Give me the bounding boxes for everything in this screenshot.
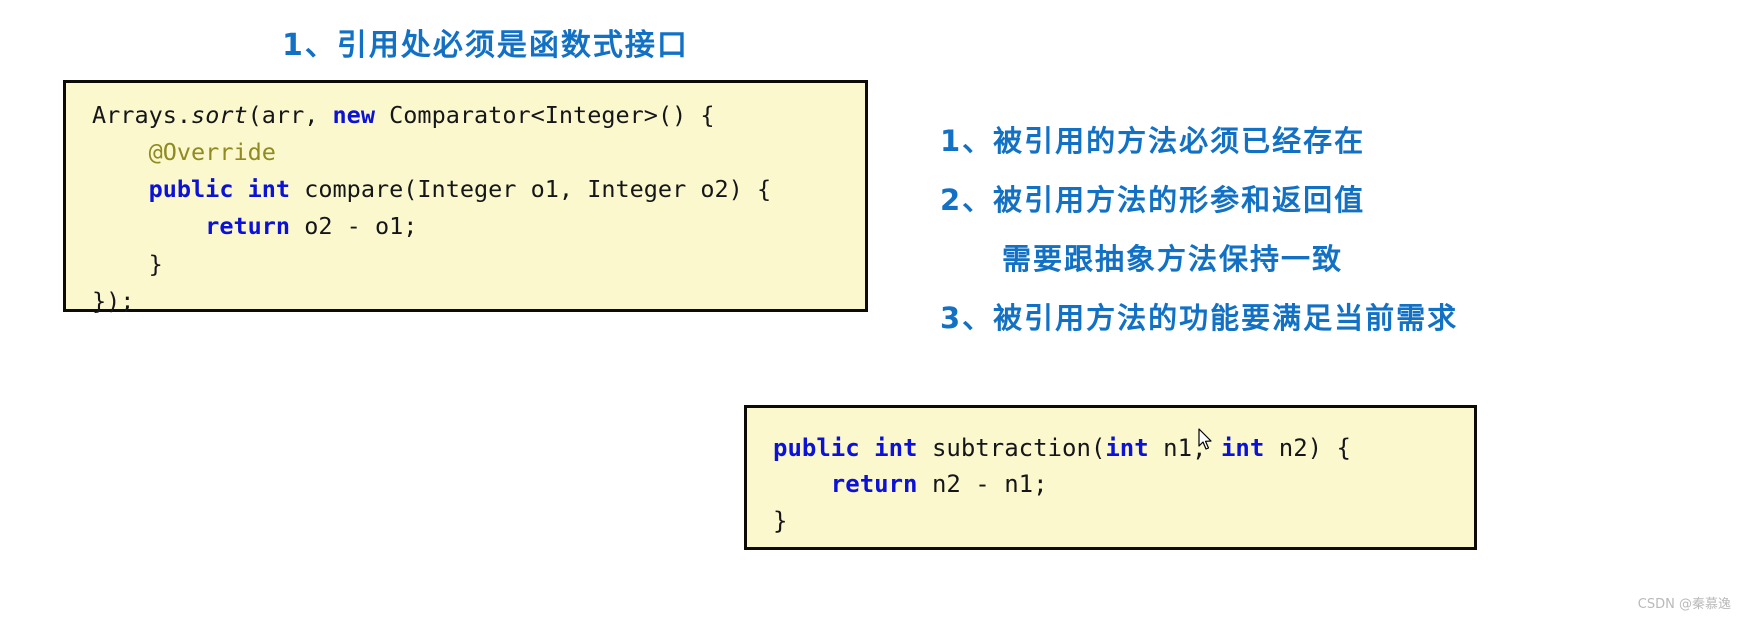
note-item: 1、被引用的方法必须已经存在 <box>940 124 1366 158</box>
code-token: } <box>92 249 163 278</box>
code-token: subtraction( <box>917 434 1106 462</box>
code-token: int <box>1105 434 1149 462</box>
watermark: CSDN @秦慕逸 <box>1637 597 1731 612</box>
code-token: } <box>773 506 788 535</box>
code-token: return <box>205 212 291 241</box>
code-line: }); <box>92 283 843 320</box>
code-token: public int <box>148 175 291 204</box>
code-token: new <box>332 101 375 129</box>
code-line: return o2 - o1; <box>92 208 843 245</box>
code-token: }); <box>92 286 135 315</box>
code-line: Arrays.sort(arr, new Comparator<Integer>… <box>92 97 843 134</box>
code-token: compare(Integer o1, Integer o2) { <box>290 175 772 204</box>
code-line: public int compare(Integer o1, Integer o… <box>92 171 843 208</box>
code-line: return n2 - n1; <box>773 466 1452 502</box>
page-title: 1、引用处必须是函数式接口 <box>282 28 689 63</box>
code-line: public int subtraction(int n1, int n2) { <box>773 430 1452 466</box>
notes-list: 1、被引用的方法必须已经存在 2、被引用方法的形参和返回值需要跟抽象方法保持一致 3… <box>940 118 1640 354</box>
code-token: n1, <box>1148 434 1221 462</box>
code-token: sort <box>191 101 248 129</box>
code-line: } <box>92 246 843 283</box>
code-block-subtraction-method: public int subtraction(int n1, int n2) {… <box>744 405 1477 550</box>
code-token: public int <box>773 434 918 462</box>
code-token: Arrays. <box>92 101 192 129</box>
code-token: Comparator<Integer>() { <box>374 101 715 129</box>
code-line: } <box>773 503 1452 539</box>
code-token: n2) { <box>1264 434 1352 462</box>
code-token: (arr, <box>247 101 333 129</box>
note-item: 2、被引用方法的形参和返回值 <box>940 183 1366 217</box>
code-token: return <box>830 470 918 499</box>
note-item: 3、被引用方法的功能要满足当前需求 <box>940 301 1459 335</box>
code-token: int <box>1220 434 1265 462</box>
note-item: 需要跟抽象方法保持一致 <box>1002 242 1344 276</box>
code-token: o2 - o1; <box>290 212 418 241</box>
code-block-anonymous-comparator: Arrays.sort(arr, new Comparator<Integer>… <box>63 80 868 315</box>
code-line: @Override <box>92 134 843 171</box>
code-token: @Override <box>148 138 276 167</box>
code-token: n2 - n1; <box>917 470 1048 499</box>
